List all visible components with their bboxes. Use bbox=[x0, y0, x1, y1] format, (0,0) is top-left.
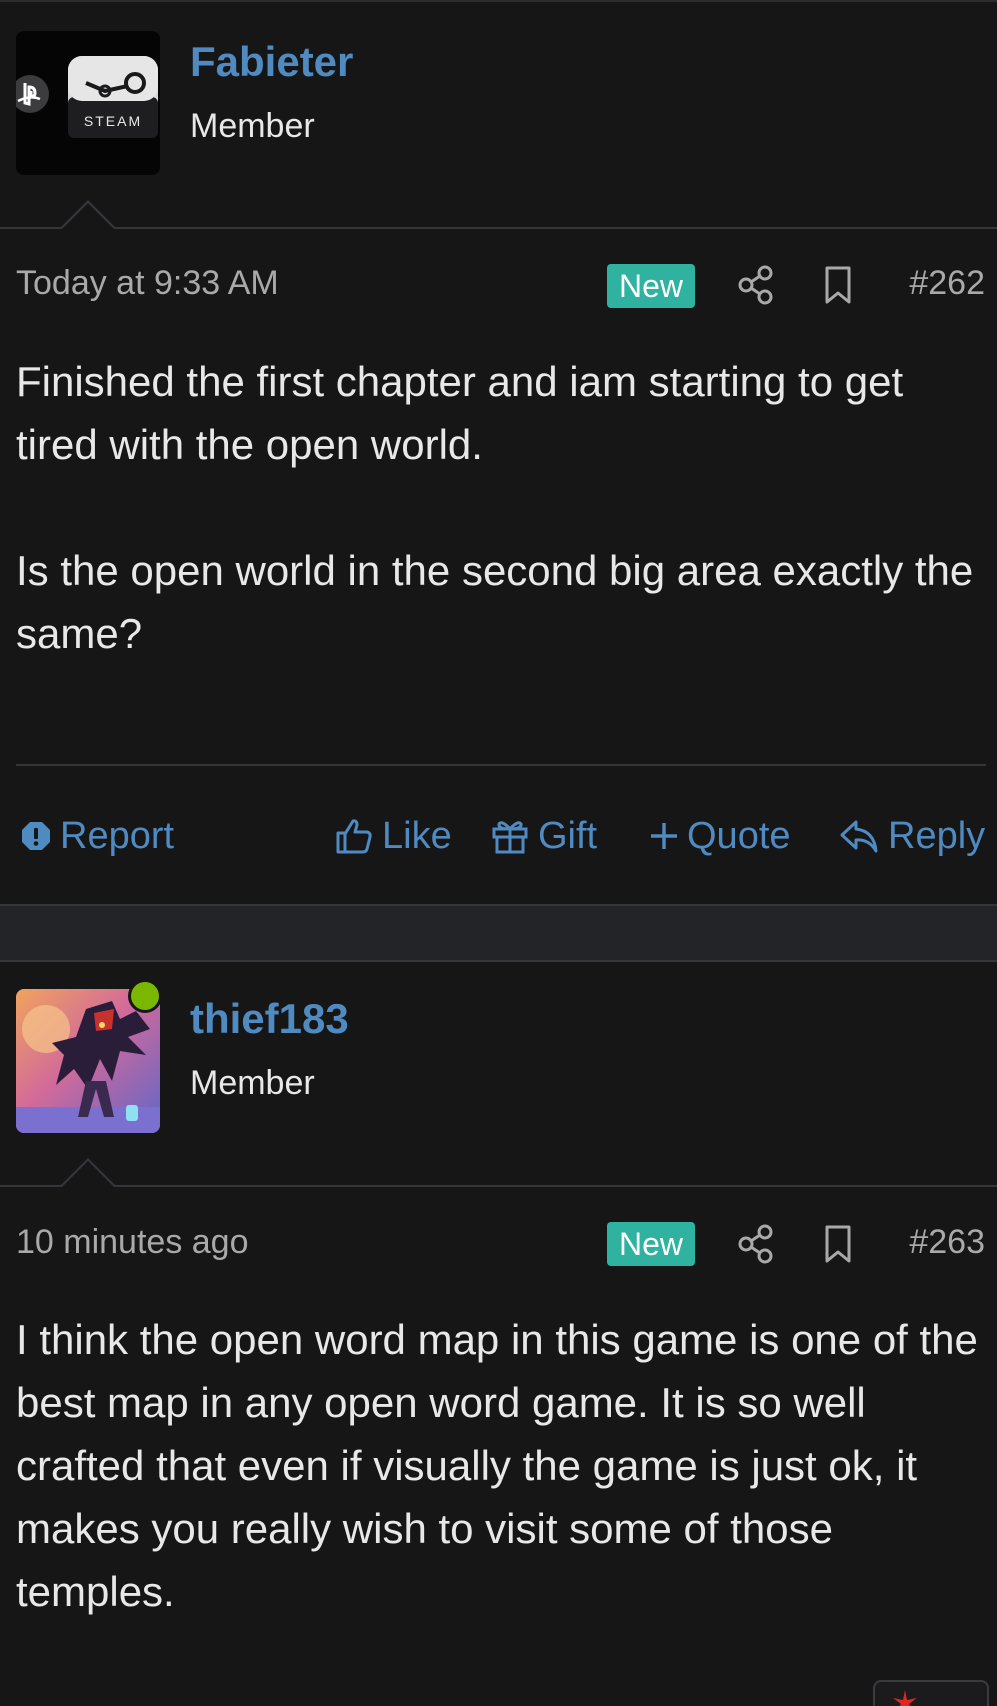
post-author-header: thief183 Member bbox=[0, 960, 997, 1160]
thread-page: STEAM Fabieter Member Today at 9:33 AM N… bbox=[0, 0, 997, 1706]
steam-logo-text: STEAM bbox=[84, 113, 142, 129]
new-badge: New bbox=[607, 264, 695, 308]
user-title: Member bbox=[190, 1064, 315, 1102]
post-author-header: STEAM Fabieter Member bbox=[0, 0, 997, 200]
username[interactable]: Fabieter bbox=[190, 38, 353, 86]
reaction-summary[interactable] bbox=[873, 1680, 989, 1706]
reply-label: Reply bbox=[888, 814, 986, 857]
reaction-icon bbox=[893, 1690, 917, 1706]
gift-label: Gift bbox=[538, 814, 598, 857]
report-icon bbox=[22, 822, 50, 850]
quote-label: Quote bbox=[687, 814, 791, 857]
post-timestamp[interactable]: Today at 9:33 AM bbox=[16, 264, 279, 303]
report-label: Report bbox=[60, 814, 175, 857]
post-number[interactable]: #262 bbox=[909, 264, 985, 303]
header-divider bbox=[0, 227, 997, 229]
actions-divider bbox=[16, 764, 986, 766]
reply-icon bbox=[840, 820, 878, 853]
new-badge: New bbox=[607, 1222, 695, 1266]
share-icon[interactable] bbox=[736, 265, 776, 305]
like-icon bbox=[336, 819, 372, 854]
quote-button[interactable]: Quote bbox=[649, 806, 791, 866]
post-paragraph: Finished the first chapter and iam start… bbox=[16, 358, 904, 468]
reply-button[interactable]: Reply bbox=[838, 806, 985, 866]
quote-icon bbox=[651, 823, 677, 849]
post-actions-bar: Report Like Gift Quote Reply bbox=[0, 806, 997, 866]
post-paragraph: I think the open word map in this game i… bbox=[16, 1316, 978, 1615]
bookmark-icon[interactable] bbox=[818, 265, 858, 305]
gift-icon bbox=[492, 821, 528, 854]
online-status-indicator bbox=[128, 979, 162, 1013]
avatar[interactable]: STEAM bbox=[16, 31, 160, 175]
post-paragraph: Is the open world in the second big area… bbox=[16, 547, 974, 657]
share-icon[interactable] bbox=[736, 1224, 776, 1264]
like-label: Like bbox=[382, 814, 452, 857]
gift-button[interactable]: Gift bbox=[490, 806, 597, 866]
post-number[interactable]: #263 bbox=[909, 1223, 985, 1262]
report-button[interactable]: Report bbox=[20, 806, 174, 866]
user-title: Member bbox=[190, 107, 315, 145]
bookmark-icon[interactable] bbox=[818, 1224, 858, 1264]
post-separator bbox=[0, 904, 997, 962]
post-message: I think the open word map in this game i… bbox=[16, 1308, 986, 1623]
like-button[interactable]: Like bbox=[334, 806, 452, 866]
steam-avatar-image: STEAM bbox=[16, 31, 160, 175]
post-message: Finished the first chapter and iam start… bbox=[16, 350, 986, 665]
header-divider bbox=[0, 1185, 997, 1187]
username[interactable]: thief183 bbox=[190, 995, 349, 1043]
post-timestamp[interactable]: 10 minutes ago bbox=[16, 1223, 249, 1262]
